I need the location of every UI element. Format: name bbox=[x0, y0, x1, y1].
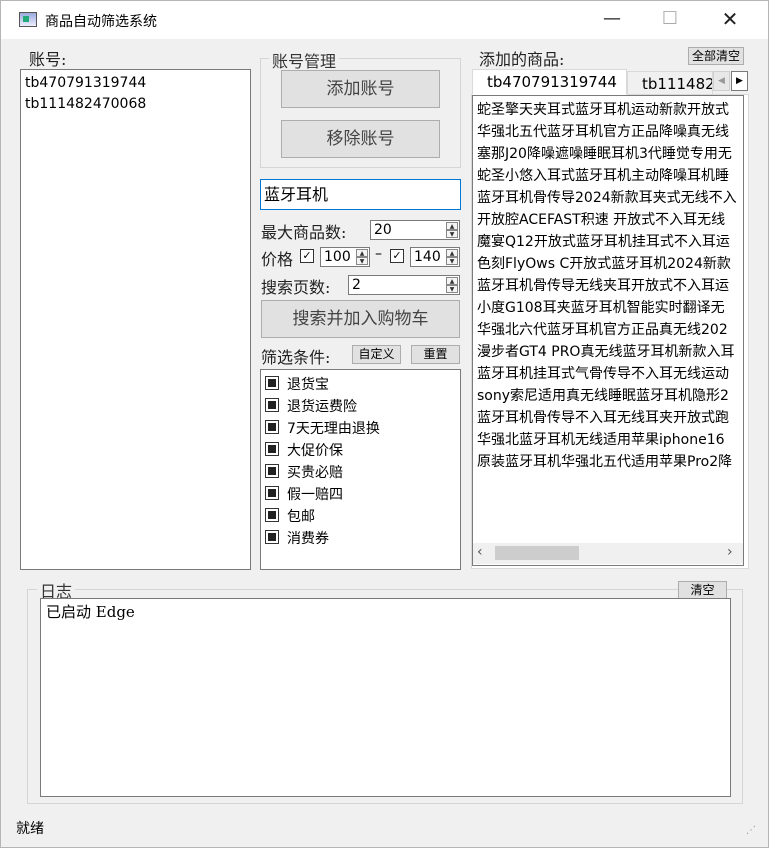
product-item[interactable]: 魔宴Q12开放式蓝牙耳机挂耳式不入耳运 bbox=[473, 231, 743, 253]
spin-down-icon[interactable]: ▼ bbox=[356, 257, 368, 265]
price-max-checkbox[interactable]: ✓ bbox=[390, 249, 404, 263]
price-label: 价格 bbox=[261, 250, 294, 269]
price-min-spinbox[interactable]: 100 ▲ ▼ bbox=[320, 247, 370, 267]
price-max-spinbox[interactable]: 140 ▲ ▼ bbox=[410, 247, 460, 267]
pages-spinbox[interactable]: 2 ▲ ▼ bbox=[348, 275, 460, 295]
products-list[interactable]: 蛇圣擎天夹耳式蓝牙耳机运动新款开放式 华强北五代蓝牙耳机官方正品降噪真无线 塞那… bbox=[473, 96, 743, 541]
filter-checkbox[interactable] bbox=[265, 398, 279, 412]
accounts-list[interactable]: tb470791319744 tb111482470068 bbox=[20, 69, 251, 570]
max-items-spinbox[interactable]: 20 ▲ ▼ bbox=[370, 220, 460, 240]
add-account-button[interactable]: 添加账号 bbox=[281, 70, 440, 108]
resize-grip-icon[interactable]: ⋰ bbox=[746, 825, 756, 836]
keyword-input[interactable]: 蓝牙耳机 bbox=[260, 179, 461, 210]
spin-up-icon[interactable]: ▲ bbox=[446, 277, 458, 285]
price-separator: – bbox=[375, 246, 382, 262]
spin-down-icon[interactable]: ▼ bbox=[446, 230, 458, 238]
accounts-label: 账号: bbox=[29, 50, 67, 69]
scroll-right-icon[interactable]: › bbox=[727, 544, 733, 560]
filters-label: 筛选条件: bbox=[261, 348, 331, 367]
account-item[interactable]: tb470791319744 bbox=[21, 73, 250, 94]
filter-checkbox[interactable] bbox=[265, 420, 279, 434]
product-item[interactable]: 蓝牙耳机骨传导2024新款耳夹式无线不入 bbox=[473, 187, 743, 209]
search-add-cart-button[interactable]: 搜索并加入购物车 bbox=[261, 300, 460, 338]
price-min-checkbox[interactable]: ✓ bbox=[300, 249, 314, 263]
product-item[interactable]: 原装蓝牙耳机华强北五代适用苹果Pro2降 bbox=[473, 451, 743, 473]
pages-value: 2 bbox=[352, 277, 361, 293]
filter-checkbox[interactable] bbox=[265, 530, 279, 544]
status-text: 就绪 bbox=[16, 821, 44, 837]
tab-account-2[interactable]: tb111482470068 bbox=[627, 71, 713, 95]
filter-checkbox[interactable] bbox=[265, 486, 279, 500]
product-item[interactable]: 色刻FlyOws C开放式蓝牙耳机2024新款 bbox=[473, 253, 743, 275]
title-bar: 商品自动筛选系统 — ☐ ✕ bbox=[1, 1, 768, 39]
scroll-left-icon[interactable]: ‹ bbox=[477, 544, 483, 560]
max-items-value: 20 bbox=[374, 222, 392, 238]
filter-checkbox[interactable] bbox=[265, 376, 279, 390]
main-window: 商品自动筛选系统 — ☐ ✕ 账号: tb470791319744 tb1114… bbox=[0, 0, 769, 848]
reset-filter-button[interactable]: 重置 bbox=[411, 345, 460, 364]
remove-account-button[interactable]: 移除账号 bbox=[281, 120, 440, 158]
product-item[interactable]: 蛇圣小悠入耳式蓝牙耳机主动降噪耳机睡 bbox=[473, 165, 743, 187]
product-item[interactable]: 蓝牙耳机骨传导无线夹耳开放式不入耳运 bbox=[473, 275, 743, 297]
product-item[interactable]: 塞那J20降噪遮噪睡眠耳机3代睡觉专用无 bbox=[473, 143, 743, 165]
account-management-title: 账号管理 bbox=[269, 48, 340, 72]
tab-scroll-left-icon[interactable]: ◀ bbox=[713, 71, 730, 91]
product-item[interactable]: 漫步者GT4 PRO真无线蓝牙耳机新款入耳 bbox=[473, 341, 743, 363]
spin-down-icon[interactable]: ▼ bbox=[446, 285, 458, 293]
window-title: 商品自动筛选系统 bbox=[45, 14, 157, 30]
price-min-value: 100 bbox=[324, 249, 351, 265]
log-text: 已启动 Edge bbox=[46, 603, 135, 621]
product-item[interactable]: 华强北五代蓝牙耳机官方正品降噪真无线 bbox=[473, 121, 743, 143]
clear-all-products-button[interactable]: 全部清空 bbox=[688, 47, 744, 65]
product-item[interactable]: 蛇圣擎天夹耳式蓝牙耳机运动新款开放式 bbox=[473, 99, 743, 121]
spin-up-icon[interactable]: ▲ bbox=[356, 249, 368, 257]
custom-filter-button[interactable]: 自定义 bbox=[352, 345, 401, 364]
products-label: 添加的商品: bbox=[479, 50, 565, 69]
minimize-button[interactable]: — bbox=[583, 1, 641, 39]
price-max-value: 140 bbox=[414, 249, 441, 265]
product-item[interactable]: 华强北六代蓝牙耳机官方正品真无线202 bbox=[473, 319, 743, 341]
maximize-button[interactable]: ☐ bbox=[641, 1, 699, 39]
scrollbar-thumb[interactable] bbox=[495, 546, 579, 560]
log-text-area[interactable]: 已启动 Edge bbox=[40, 598, 731, 797]
pages-label: 搜索页数: bbox=[261, 278, 331, 297]
filter-checkbox[interactable] bbox=[265, 508, 279, 522]
products-horizontal-scrollbar[interactable]: ‹ › bbox=[473, 543, 743, 564]
close-button[interactable]: ✕ bbox=[701, 1, 759, 39]
product-item[interactable]: 小度G108耳夹蓝牙耳机智能实时翻译无 bbox=[473, 297, 743, 319]
spin-up-icon[interactable]: ▲ bbox=[446, 249, 458, 257]
product-item[interactable]: 开放腔ACEFAST积速 开放式不入耳无线 bbox=[473, 209, 743, 231]
tab-scroll-right-icon[interactable]: ▶ bbox=[731, 71, 748, 91]
product-item[interactable]: 华强北蓝牙耳机无线适用苹果iphone16 bbox=[473, 429, 743, 451]
filter-checkbox[interactable] bbox=[265, 442, 279, 456]
app-icon bbox=[19, 12, 37, 27]
account-item[interactable]: tb111482470068 bbox=[21, 94, 250, 115]
tab-account-1[interactable]: tb470791319744 bbox=[472, 69, 627, 95]
spin-up-icon[interactable]: ▲ bbox=[446, 222, 458, 230]
max-items-label: 最大商品数: bbox=[261, 223, 347, 242]
product-item[interactable]: 蓝牙耳机骨传导不入耳无线耳夹开放式跑 bbox=[473, 407, 743, 429]
filter-checkbox[interactable] bbox=[265, 464, 279, 478]
product-item[interactable]: sony索尼适用真无线睡眠蓝牙耳机隐形2 bbox=[473, 385, 743, 407]
product-item[interactable]: 蓝牙耳机挂耳式气骨传导不入耳无线运动 bbox=[473, 363, 743, 385]
spin-down-icon[interactable]: ▼ bbox=[446, 257, 458, 265]
filters-list[interactable]: 退货宝 退货运费险 7天无理由退换 大促价保 买贵必赔 假一赔四 包邮 消费券 bbox=[260, 369, 461, 570]
clear-log-button[interactable]: 清空 bbox=[678, 581, 727, 599]
